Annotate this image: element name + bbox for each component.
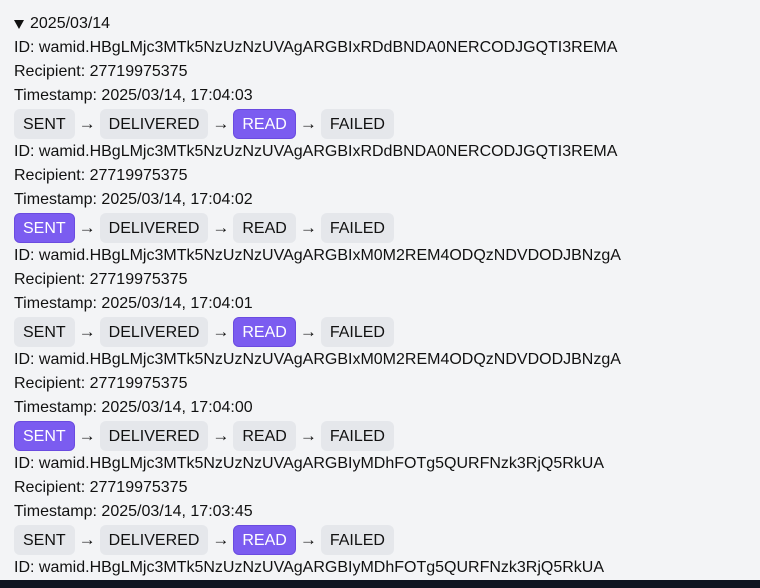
message-list: ID: wamid.HBgLMjc3MTk5NzUzNzUVAgARGBIxRD…: [14, 36, 760, 580]
status-pill-sent: SENT: [14, 525, 75, 555]
message-timestamp: Timestamp: 2025/03/14, 17:04:03: [14, 87, 253, 104]
arrow-right-icon: →: [299, 530, 317, 549]
taskbar-strip: [0, 580, 760, 588]
arrow-right-icon: →: [212, 530, 230, 549]
status-flow: SENT → DELIVERED → READ → FAILED: [14, 108, 760, 140]
message-timestamp: Timestamp: 2025/03/14, 17:04:00: [14, 399, 253, 416]
message-entry: ID: wamid.HBgLMjc3MTk5NzUzNzUVAgARGBIxM0…: [14, 348, 760, 452]
message-id: ID: wamid.HBgLMjc3MTk5NzUzNzUVAgARGBIxM0…: [14, 247, 621, 264]
message-id: ID: wamid.HBgLMjc3MTk5NzUzNzUVAgARGBIyMD…: [14, 455, 605, 472]
arrow-right-icon: →: [299, 218, 317, 237]
status-flow: SENT → DELIVERED → READ → FAILED: [14, 420, 760, 452]
arrow-right-icon: →: [78, 426, 96, 445]
arrow-right-icon: →: [78, 114, 96, 133]
status-flow: SENT → DELIVERED → READ → FAILED: [14, 316, 760, 348]
status-pill-sent: SENT: [14, 109, 75, 139]
arrow-right-icon: →: [299, 322, 317, 341]
message-entry: ID: wamid.HBgLMjc3MTk5NzUzNzUVAgARGBIyMD…: [14, 452, 760, 556]
status-pill-delivered: DELIVERED: [99, 421, 209, 451]
status-pill-failed: FAILED: [320, 213, 394, 243]
status-pill-failed: FAILED: [320, 317, 394, 347]
message-id: ID: wamid.HBgLMjc3MTk5NzUzNzUVAgARGBIxRD…: [14, 143, 618, 160]
status-pill-read: READ: [233, 525, 296, 555]
status-pill-delivered: DELIVERED: [99, 317, 209, 347]
status-pill-sent: SENT: [14, 317, 75, 347]
arrow-right-icon: →: [78, 322, 96, 341]
status-flow: SENT → DELIVERED → READ → FAILED: [14, 212, 760, 244]
message-recipient: Recipient: 27719975375: [14, 479, 188, 496]
status-pill-sent: SENT: [14, 213, 75, 243]
message-recipient: Recipient: 27719975375: [14, 167, 188, 184]
status-pill-read: READ: [233, 109, 296, 139]
message-recipient: Recipient: 27719975375: [14, 63, 188, 80]
status-pill-failed: FAILED: [320, 525, 394, 555]
status-pill-delivered: DELIVERED: [99, 525, 209, 555]
message-id: ID: wamid.HBgLMjc3MTk5NzUzNzUVAgARGBIxRD…: [14, 39, 618, 56]
arrow-right-icon: →: [78, 218, 96, 237]
arrow-right-icon: →: [299, 426, 317, 445]
message-entry: ID: wamid.HBgLMjc3MTk5NzUzNzUVAgARGBIyMD…: [14, 556, 760, 580]
arrow-right-icon: →: [212, 322, 230, 341]
arrow-right-icon: →: [212, 426, 230, 445]
message-log: 2025/03/14 ID: wamid.HBgLMjc3MTk5NzUzNzU…: [14, 12, 760, 580]
message-timestamp: Timestamp: 2025/03/14, 17:03:45: [14, 503, 253, 520]
message-recipient: Recipient: 27719975375: [14, 375, 188, 392]
status-pill-sent: SENT: [14, 421, 75, 451]
message-entry: ID: wamid.HBgLMjc3MTk5NzUzNzUVAgARGBIxM0…: [14, 244, 760, 348]
message-recipient: Recipient: 27719975375: [14, 271, 188, 288]
status-pill-delivered: DELIVERED: [99, 109, 209, 139]
message-id: ID: wamid.HBgLMjc3MTk5NzUzNzUVAgARGBIxM0…: [14, 351, 621, 368]
status-pill-delivered: DELIVERED: [99, 213, 209, 243]
message-id: ID: wamid.HBgLMjc3MTk5NzUzNzUVAgARGBIyMD…: [14, 559, 605, 576]
arrow-right-icon: →: [212, 218, 230, 237]
arrow-right-icon: →: [212, 114, 230, 133]
message-timestamp: Timestamp: 2025/03/14, 17:04:02: [14, 191, 253, 208]
date-group-toggle[interactable]: 2025/03/14: [14, 12, 760, 36]
arrow-right-icon: →: [78, 530, 96, 549]
status-pill-read: READ: [233, 317, 296, 347]
message-entry: ID: wamid.HBgLMjc3MTk5NzUzNzUVAgARGBIxRD…: [14, 140, 760, 244]
message-entry: ID: wamid.HBgLMjc3MTk5NzUzNzUVAgARGBIxRD…: [14, 36, 760, 140]
message-timestamp: Timestamp: 2025/03/14, 17:04:01: [14, 295, 253, 312]
status-pill-failed: FAILED: [320, 109, 394, 139]
date-group-label: 2025/03/14: [30, 15, 111, 32]
status-pill-failed: FAILED: [320, 421, 394, 451]
status-pill-read: READ: [233, 213, 296, 243]
arrow-right-icon: →: [299, 114, 317, 133]
caret-down-icon[interactable]: [14, 20, 24, 29]
status-flow: SENT → DELIVERED → READ → FAILED: [14, 524, 760, 556]
status-pill-read: READ: [233, 421, 296, 451]
